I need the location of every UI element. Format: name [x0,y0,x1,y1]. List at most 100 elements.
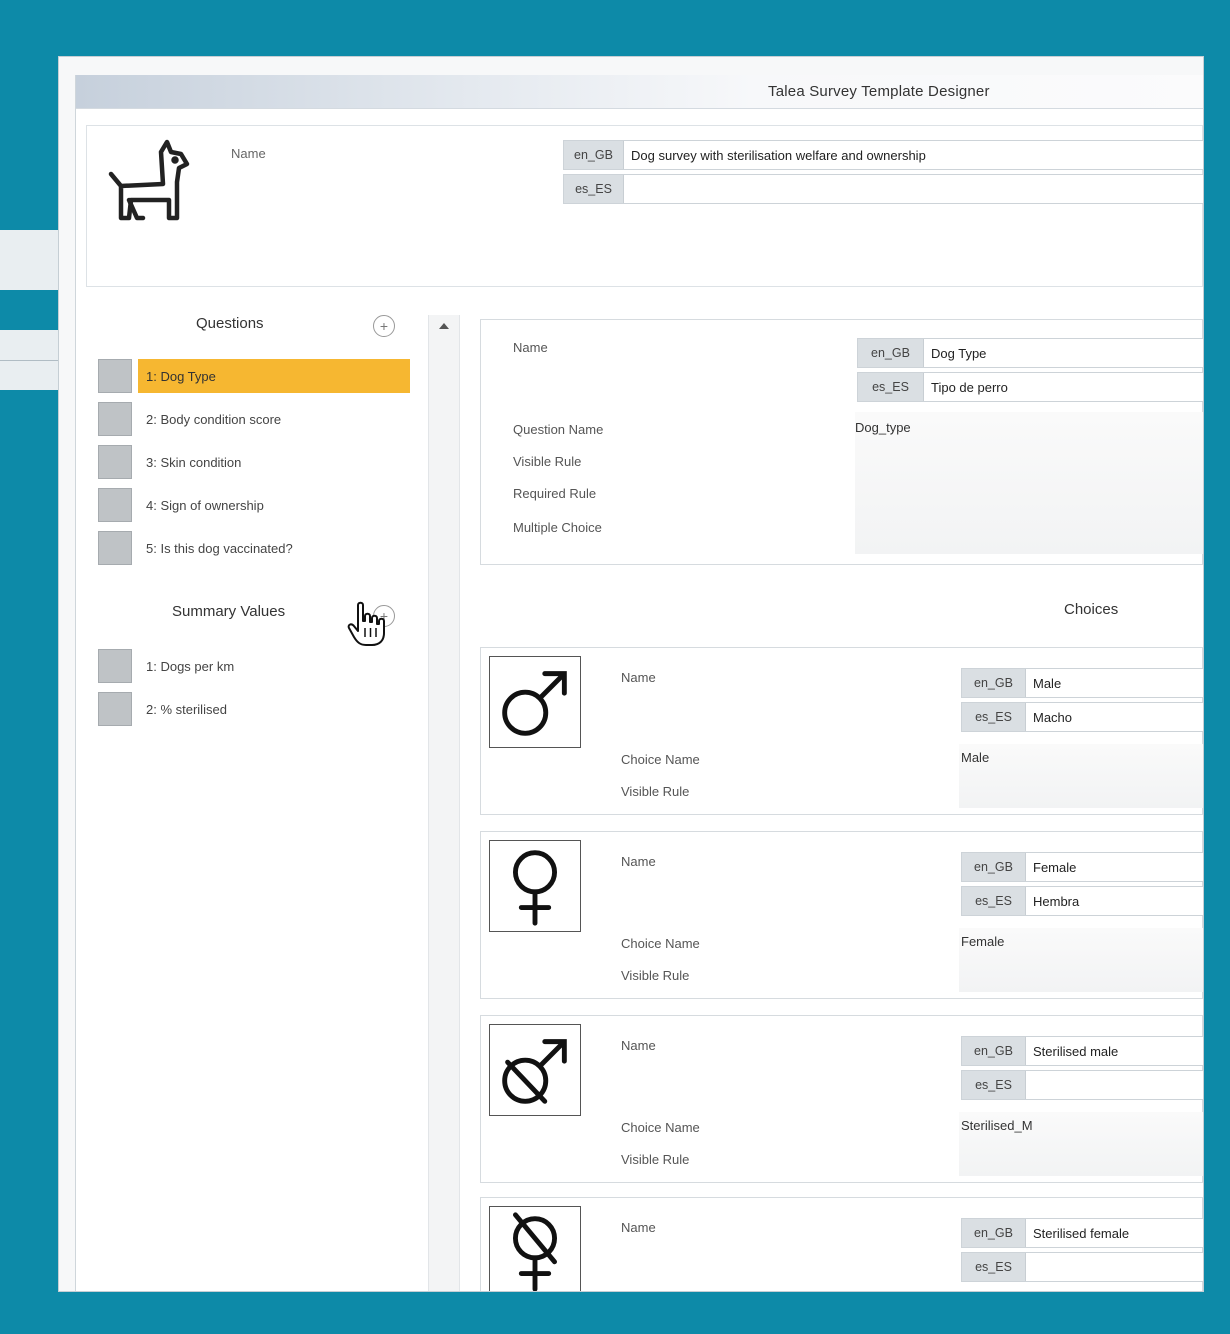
choice-name-en-row: en_GB Sterilised male [961,1036,1203,1066]
choice-card: Name en_GB Sterilised male es_ES Choice … [480,1015,1203,1183]
question-item[interactable]: 2: Body condition score [98,402,410,436]
lang-tag: en_GB [564,141,624,169]
question-label: 3: Skin condition [146,454,242,470]
choice-name-es-input[interactable] [1026,1071,1203,1099]
summary-values-title: Summary Values [172,603,286,620]
question-item[interactable]: 4: Sign of ownership [98,488,410,522]
window-content: Talea Survey Template Designer Name en_G… [75,75,1203,1291]
scroll-up-arrow-icon[interactable] [439,323,449,329]
window-title: Talea Survey Template Designer [768,83,990,100]
question-item[interactable]: 3: Skin condition [98,445,410,479]
choice-name-label: Name [621,670,656,685]
lang-tag: es_ES [564,175,624,203]
choice-name-label: Name [621,1220,656,1235]
question-label: 5: Is this dog vaccinated? [146,540,293,556]
question-item[interactable]: 1: Dog Type [98,359,410,393]
question-detail-panel: Name en_GB Dog Type es_ES Tipo de perro … [480,319,1203,565]
question-color-swatch [98,488,132,522]
dog-icon [108,139,190,221]
survey-name-es-input[interactable] [624,175,1203,203]
question-color-swatch [98,359,132,393]
plus-circle-icon: + [379,318,389,334]
summary-item[interactable]: 2: % sterilised [98,692,410,726]
hand-cursor-icon [347,601,385,646]
choice-code-label: Choice Name [621,752,700,767]
choice-visible-rule-label: Visible Rule [621,1152,690,1167]
question-color-swatch [98,531,132,565]
lang-tag: en_GB [962,853,1026,881]
required-rule-label: Required Rule [513,486,597,501]
multiple-choice-label: Multiple Choice [513,520,602,535]
question-code-value[interactable]: Dog_type [855,420,911,435]
question-item[interactable]: 5: Is this dog vaccinated? [98,531,410,565]
background-window [0,230,60,390]
question-color-swatch [98,445,132,479]
choice-card: Name en_GB Female es_ES Hembra Choice Na… [480,831,1203,999]
questions-pane: Questions + 1: Dog Type 2: Body conditio… [76,301,444,1291]
lang-tag: en_GB [962,669,1026,697]
lang-tag: es_ES [962,1071,1026,1099]
survey-name-en-input[interactable]: Dog survey with sterilisation welfare an… [624,141,1203,169]
choice-code-value[interactable]: Sterilised_M [961,1118,1033,1133]
choice-name-en-input[interactable]: Female [1026,853,1203,881]
question-label: 4: Sign of ownership [146,497,264,513]
summary-color-swatch [98,649,132,683]
choice-rules-area [959,744,1203,808]
choices-title: Choices [1064,601,1119,618]
sterilised-female-symbol-icon[interactable] [489,1206,581,1291]
choice-name-es-row: es_ES Hembra [961,886,1203,916]
question-name-es-row: es_ES Tipo de perro [857,372,1203,402]
survey-name-label: Name [231,146,266,161]
survey-name-es-row: es_ES [563,174,1203,204]
choice-code-label: Choice Name [621,936,700,951]
sterilised-male-symbol-icon[interactable] [489,1024,581,1116]
choice-name-en-row: en_GB Female [961,852,1203,882]
choice-name-es-row: es_ES [961,1070,1203,1100]
question-code-label: Question Name [513,422,604,437]
background-bar [0,290,60,330]
choice-name-label: Name [621,1038,656,1053]
question-detail-pane: Name en_GB Dog Type es_ES Tipo de perro … [480,301,1203,1291]
choice-name-en-input[interactable]: Sterilised female [1026,1219,1203,1247]
survey-header: Name en_GB Dog survey with sterilisation… [86,125,1203,287]
question-name-en-row: en_GB Dog Type [857,338,1203,368]
choice-card: Name en_GB Male es_ES Macho Choice Name … [480,647,1203,815]
choice-name-es-input[interactable]: Macho [1026,703,1203,731]
add-question-button[interactable]: + [373,315,395,337]
summary-label: 2: % sterilised [146,701,227,717]
question-name-en-input[interactable]: Dog Type [924,339,1203,367]
choice-code-label: Choice Name [621,1120,700,1135]
male-symbol-icon[interactable] [489,656,581,748]
designer-window: Talea Survey Template Designer Name en_G… [58,56,1204,1292]
summary-color-swatch [98,692,132,726]
summary-item[interactable]: 1: Dogs per km [98,649,410,683]
lang-tag: es_ES [962,1253,1026,1281]
lang-tag: es_ES [962,887,1026,915]
choice-name-es-input[interactable] [1026,1253,1203,1281]
lang-tag: en_GB [858,339,924,367]
survey-name-en-row: en_GB Dog survey with sterilisation welf… [563,140,1203,170]
title-bar[interactable]: Talea Survey Template Designer [76,75,1203,109]
question-name-es-input[interactable]: Tipo de perro [924,373,1203,401]
choice-name-es-row: es_ES Macho [961,702,1203,732]
visible-rule-label: Visible Rule [513,454,582,469]
lang-tag: en_GB [962,1037,1026,1065]
summary-label: 1: Dogs per km [146,658,235,674]
lang-tag: es_ES [858,373,924,401]
background-divider [0,360,60,361]
choice-name-es-row: es_ES [961,1252,1203,1282]
choice-code-value[interactable]: Male [961,750,989,765]
choice-name-es-input[interactable]: Hembra [1026,887,1203,915]
question-label: 1: Dog Type [138,359,410,393]
choice-code-value[interactable]: Female [961,934,1004,949]
lang-tag: es_ES [962,703,1026,731]
questions-title: Questions [196,315,264,332]
question-label: 2: Body condition score [146,411,282,427]
choice-name-en-input[interactable]: Male [1026,669,1203,697]
choice-name-en-row: en_GB Male [961,668,1203,698]
choice-visible-rule-label: Visible Rule [621,784,690,799]
choice-name-en-input[interactable]: Sterilised male [1026,1037,1203,1065]
questions-scrollbar[interactable] [428,315,460,1291]
female-symbol-icon[interactable] [489,840,581,932]
lang-tag: en_GB [962,1219,1026,1247]
